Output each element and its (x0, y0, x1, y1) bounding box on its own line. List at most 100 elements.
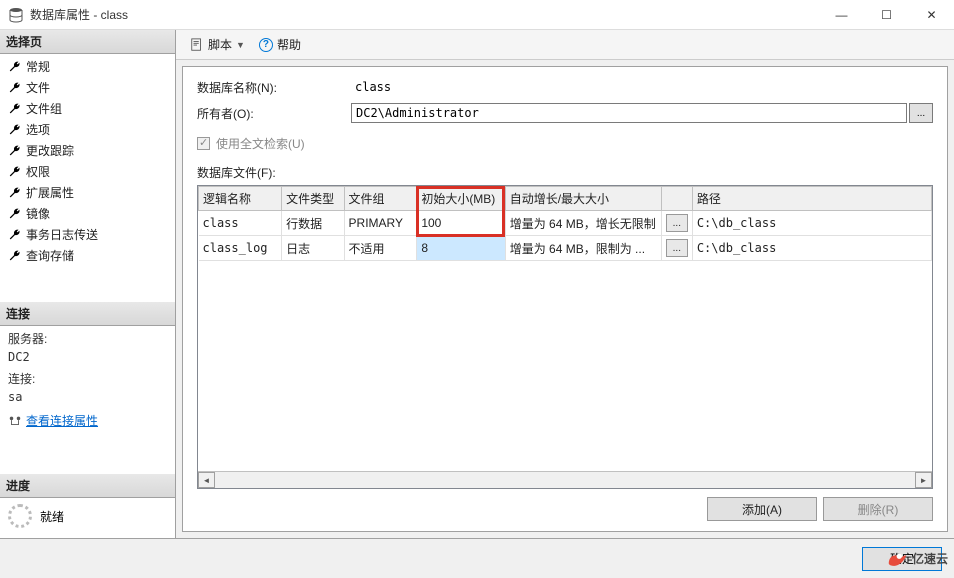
table-cell[interactable]: class_log (199, 236, 282, 261)
wrench-icon (8, 123, 22, 137)
table-cell[interactable]: 增量为 64 MB，增长无限制 (505, 211, 661, 236)
column-header[interactable]: 自动增长/最大大小 (505, 187, 661, 211)
remove-button: 删除(R) (823, 497, 933, 521)
wrench-icon (8, 186, 22, 200)
table-cell[interactable]: C:\db_class (692, 236, 931, 261)
add-label: 添加(A) (742, 501, 782, 518)
dbname-label: 数据库名称(N): (197, 79, 347, 96)
sidebar: 选择页 常规 文件 文件组 选项 更改跟踪 权限 扩展属性 镜像 事务日志传送 … (0, 30, 176, 538)
table-cell[interactable]: 100 (417, 211, 505, 236)
toolbar: 脚本 ▼ ? 帮助 (176, 30, 954, 60)
autogrow-browse-button[interactable]: ... (666, 239, 688, 257)
sidebar-item-changetracking[interactable]: 更改跟踪 (0, 140, 175, 161)
sidebar-item-files[interactable]: 文件 (0, 77, 175, 98)
column-header[interactable]: 初始大小(MB) (417, 187, 505, 211)
table-cell[interactable]: 行数据 (282, 211, 344, 236)
table-row[interactable]: class行数据PRIMARY100增量为 64 MB，增长无限制...C:\d… (199, 211, 932, 236)
spinner-icon (8, 504, 32, 528)
table-cell[interactable]: 日志 (282, 236, 344, 261)
scroll-right-button[interactable]: ► (915, 472, 932, 488)
files-grid: 逻辑名称文件类型文件组初始大小(MB)自动增长/最大大小 路径 class行数据P… (197, 185, 933, 489)
wrench-icon (8, 81, 22, 95)
owner-label: 所有者(O): (197, 105, 347, 122)
sidebar-item-label: 权限 (26, 163, 50, 180)
minimize-button[interactable]: — (819, 0, 864, 29)
sidebar-item-label: 镜像 (26, 205, 50, 222)
wrench-icon (8, 165, 22, 179)
ok-button[interactable]: 确定 (862, 547, 942, 571)
sidebar-item-mirror[interactable]: 镜像 (0, 203, 175, 224)
title-bar: 数据库属性 - class — ☐ ✕ (0, 0, 954, 30)
view-connection-props-link[interactable]: 查看连接属性 (8, 412, 167, 430)
server-value: DC2 (8, 348, 167, 366)
wrench-icon (8, 60, 22, 74)
select-page-header: 选择页 (0, 30, 175, 54)
table-cell[interactable]: PRIMARY (344, 211, 417, 236)
script-label: 脚本 (208, 36, 232, 53)
progress-status: 就绪 (40, 508, 64, 525)
main-panel: 脚本 ▼ ? 帮助 数据库名称(N): 所有者(O): ... (176, 30, 954, 538)
table-cell[interactable]: class (199, 211, 282, 236)
footer: 确定 (0, 538, 954, 578)
owner-field[interactable] (351, 103, 907, 123)
table-cell[interactable]: 8 (417, 236, 505, 261)
table-cell[interactable]: 增量为 64 MB，限制为 ... (505, 236, 661, 261)
sidebar-item-querystore[interactable]: 查询存储 (0, 245, 175, 266)
column-header[interactable] (661, 187, 692, 211)
sidebar-item-label: 更改跟踪 (26, 142, 74, 159)
sidebar-item-label: 查询存储 (26, 247, 74, 264)
content-panel: 数据库名称(N): 所有者(O): ... 使用全文检索(U) 数据库文件(F)… (182, 66, 948, 532)
sidebar-item-extprops[interactable]: 扩展属性 (0, 182, 175, 203)
autogrow-browse-button[interactable]: ... (666, 214, 688, 232)
wrench-icon (8, 249, 22, 263)
window-title: 数据库属性 - class (30, 6, 819, 23)
table-cell[interactable]: 不适用 (344, 236, 417, 261)
scroll-left-button[interactable]: ◄ (198, 472, 215, 488)
sidebar-item-label: 事务日志传送 (26, 226, 98, 243)
maximize-button[interactable]: ☐ (864, 0, 909, 29)
help-icon: ? (259, 38, 273, 52)
table-cell[interactable]: ... (661, 236, 692, 261)
conn-label: 连接: (8, 370, 167, 388)
server-label: 服务器: (8, 330, 167, 348)
horizontal-scrollbar[interactable]: ◄ ► (198, 471, 932, 488)
sidebar-item-label: 文件组 (26, 100, 62, 117)
table-row[interactable]: class_log日志不适用8增量为 64 MB，限制为 ......C:\db… (199, 236, 932, 261)
progress-header: 进度 (0, 474, 175, 498)
table-cell[interactable]: ... (661, 211, 692, 236)
wrench-icon (8, 207, 22, 221)
sidebar-item-label: 文件 (26, 79, 50, 96)
conn-value: sa (8, 388, 167, 406)
wrench-icon (8, 102, 22, 116)
close-button[interactable]: ✕ (909, 0, 954, 29)
connection-header: 连接 (0, 302, 175, 326)
help-button[interactable]: ? 帮助 (255, 34, 305, 55)
dbname-field (351, 77, 933, 97)
column-header[interactable]: 路径 (692, 187, 931, 211)
files-section-label: 数据库文件(F): (197, 164, 933, 181)
fulltext-checkbox (197, 137, 210, 150)
sidebar-item-label: 选项 (26, 121, 50, 138)
sidebar-item-filegroups[interactable]: 文件组 (0, 98, 175, 119)
sidebar-item-label: 常规 (26, 58, 50, 75)
help-label: 帮助 (277, 36, 301, 53)
add-button[interactable]: 添加(A) (707, 497, 817, 521)
ok-label: 确定 (890, 550, 914, 567)
sidebar-item-permissions[interactable]: 权限 (0, 161, 175, 182)
owner-browse-button[interactable]: ... (909, 103, 933, 123)
script-button[interactable]: 脚本 ▼ (186, 34, 249, 55)
sidebar-item-general[interactable]: 常规 (0, 56, 175, 77)
wrench-icon (8, 228, 22, 242)
dropdown-arrow-icon: ▼ (236, 40, 245, 50)
sidebar-item-logshipping[interactable]: 事务日志传送 (0, 224, 175, 245)
column-header[interactable]: 逻辑名称 (199, 187, 282, 211)
table-cell[interactable]: C:\db_class (692, 211, 931, 236)
script-icon (190, 38, 204, 52)
column-header[interactable]: 文件类型 (282, 187, 344, 211)
fulltext-label: 使用全文检索(U) (216, 135, 305, 152)
sidebar-item-label: 扩展属性 (26, 184, 74, 201)
sidebar-item-options[interactable]: 选项 (0, 119, 175, 140)
connection-icon (8, 414, 22, 428)
remove-label: 删除(R) (858, 501, 899, 518)
column-header[interactable]: 文件组 (344, 187, 417, 211)
